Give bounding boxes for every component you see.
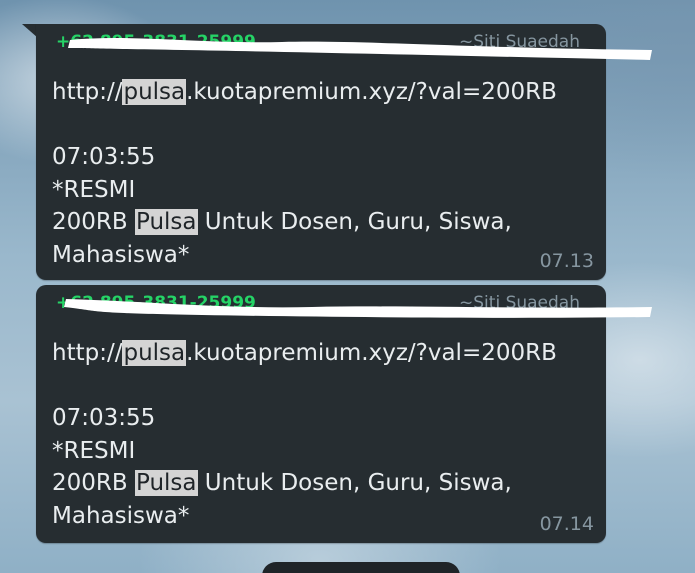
message-resmi-line: *RESMI bbox=[52, 437, 136, 464]
message-promo-line: 200RB Pulsa Untuk Dosen, Guru, Siswa, bbox=[52, 470, 512, 496]
message-promo-end: Mahasiswa* bbox=[52, 241, 190, 268]
message-header: +62 895-3831-25999 ~Siti Suaedah bbox=[52, 293, 652, 318]
message-clock-line: 07:03:55 bbox=[52, 405, 156, 431]
message-text: http://pulsa.kuotapremium.xyz/?val=200RB… bbox=[52, 76, 557, 271]
message-promo-line: 200RB Pulsa Untuk Dosen, Guru, Siswa, bbox=[52, 209, 512, 235]
message-bubble[interactable]: +62 895-3831-25999 ~Siti Suaedah http://… bbox=[36, 24, 652, 280]
message-text: http://pulsa.kuotapremium.xyz/?val=200RB… bbox=[52, 337, 557, 532]
message-header: +62 895-3831-25999 ~Siti Suaedah bbox=[52, 32, 652, 60]
search-highlight: pulsa bbox=[122, 79, 187, 105]
message-clock-line: 07:03:55 bbox=[52, 144, 156, 170]
search-highlight: Pulsa bbox=[134, 209, 198, 235]
message-link[interactable]: http://pulsa.kuotapremium.xyz/?val=200RB bbox=[52, 79, 557, 105]
message-promo-end: Mahasiswa* bbox=[52, 502, 190, 529]
message-link[interactable]: http://pulsa.kuotapremium.xyz/?val=200RB bbox=[52, 340, 557, 366]
sender-phone[interactable]: +62 895-3831-25999 bbox=[56, 32, 256, 52]
message-time: 07.13 bbox=[539, 250, 594, 272]
message-bubble[interactable]: +62 895-3831-25999 ~Siti Suaedah http://… bbox=[36, 285, 652, 543]
sender-name: ~Siti Suaedah bbox=[459, 293, 580, 313]
sender-phone[interactable]: +62 895-3831-25999 bbox=[56, 293, 256, 313]
scroll-date-pill[interactable] bbox=[262, 562, 460, 573]
message-resmi-line: *RESMI bbox=[52, 176, 136, 203]
message-time: 07.14 bbox=[539, 513, 594, 535]
search-highlight: pulsa bbox=[122, 340, 187, 366]
sender-name: ~Siti Suaedah bbox=[459, 32, 580, 52]
search-highlight: Pulsa bbox=[134, 470, 198, 496]
